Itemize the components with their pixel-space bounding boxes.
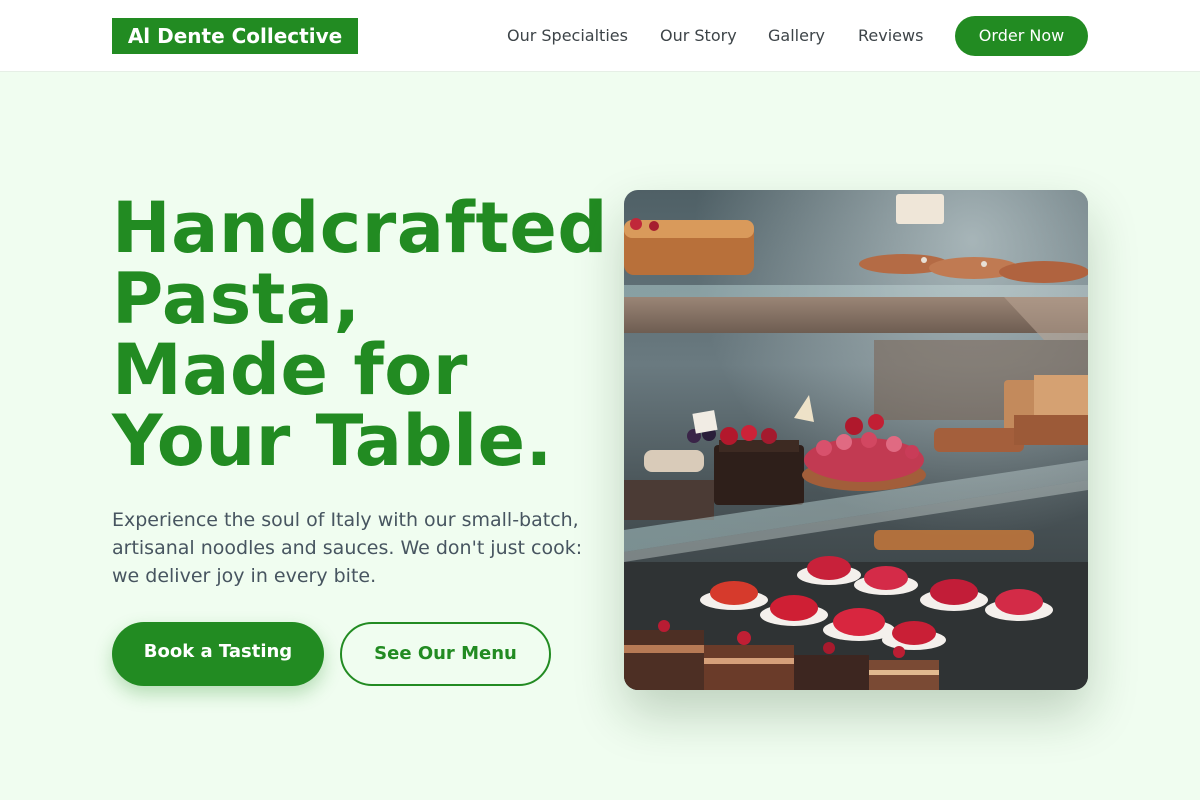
headline-line: Made for xyxy=(112,329,468,411)
headline-line: Pasta, xyxy=(112,258,361,340)
nav-link-our-specialties[interactable]: Our Specialties xyxy=(507,25,628,47)
top-navbar: Al Dente Collective Our Specialties Our … xyxy=(0,0,1200,72)
nav-link-our-story[interactable]: Our Story xyxy=(660,25,737,47)
headline-line: Handcrafted xyxy=(112,187,609,269)
hero-subtext: Experience the soul of Italy with our sm… xyxy=(112,509,583,587)
hero-headline: Handcrafted Pasta, Made for Your Table. xyxy=(112,193,632,477)
headline-line: Your Table. xyxy=(112,400,553,482)
hero-image-pastry-display xyxy=(624,190,1088,690)
book-tasting-button[interactable]: Book a Tasting xyxy=(112,622,324,686)
nav-link-reviews[interactable]: Reviews xyxy=(858,25,923,47)
brand-logo[interactable]: Al Dente Collective xyxy=(112,18,358,54)
see-menu-button[interactable]: See Our Menu xyxy=(340,622,551,686)
order-now-button[interactable]: Order Now xyxy=(955,16,1088,56)
nav-link-gallery[interactable]: Gallery xyxy=(768,25,825,47)
